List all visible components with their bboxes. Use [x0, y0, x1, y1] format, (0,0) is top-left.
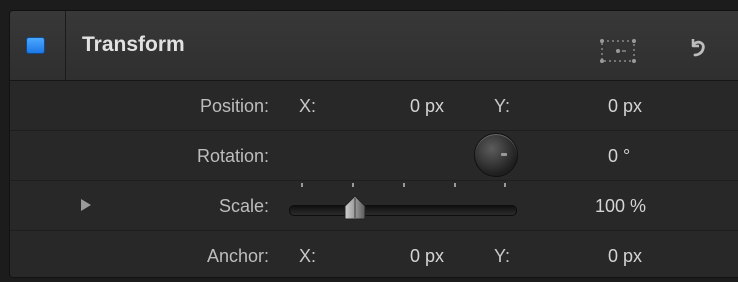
enable-checkbox[interactable]: [26, 37, 45, 54]
anchor-y-label: Y:: [494, 246, 511, 266]
rotation-row: Rotation: 0 °: [10, 131, 738, 181]
rotation-field[interactable]: 0 °: [608, 146, 630, 167]
header-divider: [65, 11, 66, 80]
dial-indicator: [501, 153, 507, 156]
section-header: Transform: [10, 11, 738, 81]
anchor-x-field[interactable]: 0 px: [410, 246, 444, 267]
position-row: Position: X: 0 px Y: 0 px: [10, 81, 738, 131]
slider-tick: [352, 183, 354, 187]
anchor-row: Anchor: X: 0 px Y: 0 px: [10, 231, 738, 277]
rotation-label: Rotation:: [196, 146, 269, 166]
slider-tick: [504, 183, 506, 187]
anchor-label: Anchor:: [206, 246, 269, 266]
reset-arrow-icon[interactable]: [688, 37, 708, 64]
scale-field[interactable]: 100 %: [595, 196, 646, 217]
anchor-y-field[interactable]: 0 px: [608, 246, 642, 267]
section-title: Transform: [82, 33, 185, 56]
scale-row: Scale: 100 %: [10, 181, 738, 231]
scale-label: Scale:: [218, 196, 269, 216]
position-label: Position:: [199, 96, 269, 116]
scale-slider-track[interactable]: [289, 205, 517, 216]
disclosure-triangle-icon[interactable]: [81, 199, 91, 211]
slider-tick: [454, 183, 456, 187]
scale-slider-thumb[interactable]: [342, 195, 368, 226]
position-x-field[interactable]: 0 px: [410, 96, 444, 117]
anchor-x-label: X:: [299, 246, 317, 266]
position-y-field[interactable]: 0 px: [608, 96, 642, 117]
rotation-dial-icon[interactable]: [474, 133, 518, 177]
transform-inspector-panel: Transform Position: X: 0 px Y: 0 px Rota…: [9, 10, 738, 278]
position-x-label: X:: [299, 96, 317, 116]
slider-tick: [301, 183, 303, 187]
position-y-label: Y:: [494, 96, 511, 116]
slider-tick: [403, 183, 405, 187]
onscreen-controls-icon[interactable]: [599, 38, 637, 69]
